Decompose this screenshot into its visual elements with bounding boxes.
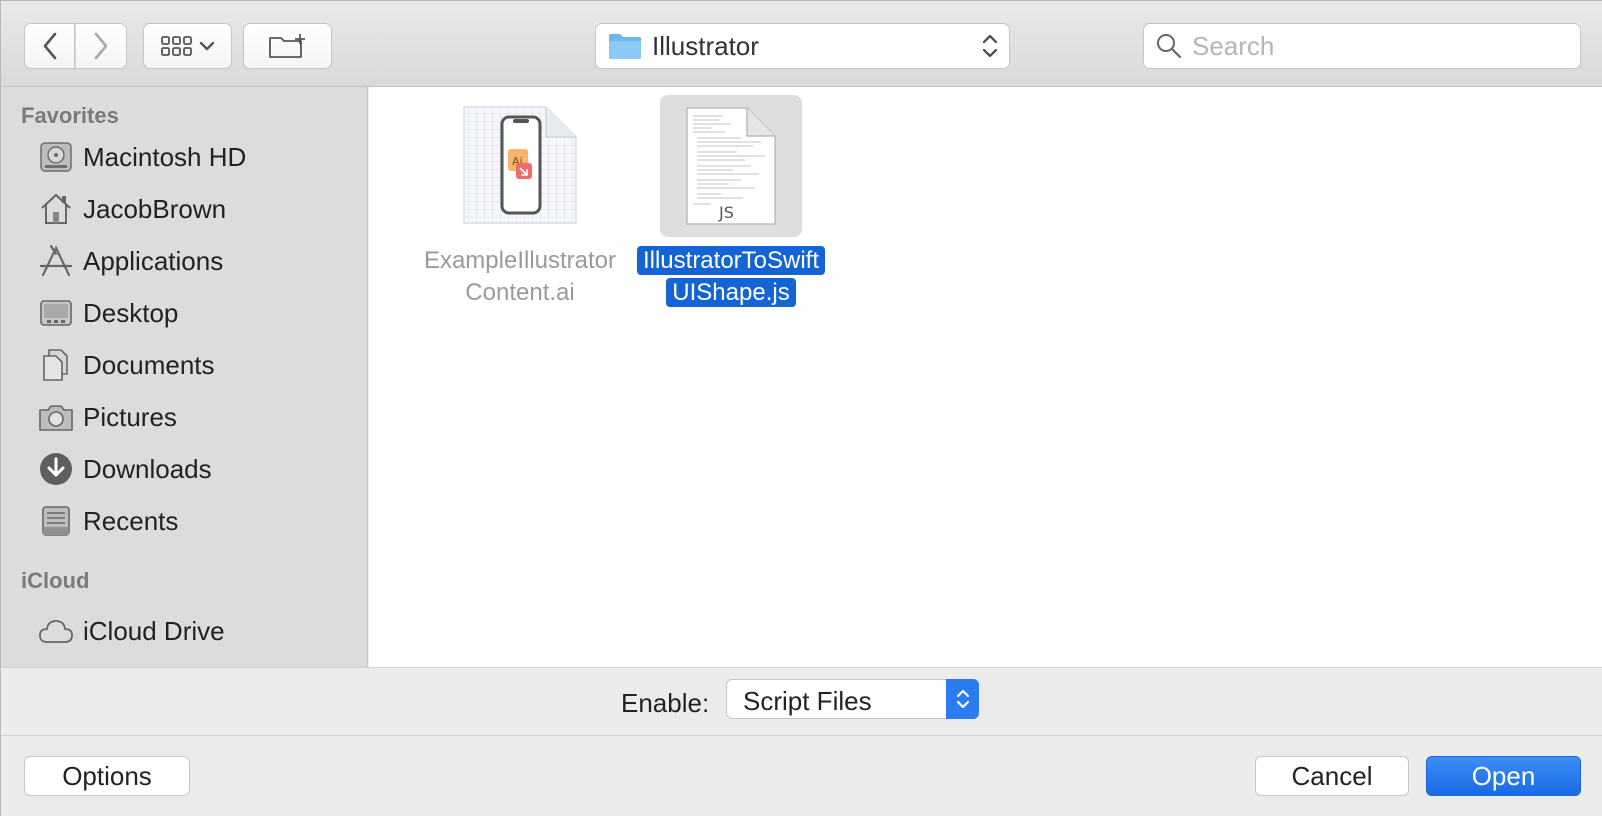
recents-icon [37,502,75,540]
camera-icon [37,398,75,436]
location-label: Illustrator [652,30,759,61]
sidebar-item-label: iCloud Drive [83,615,225,646]
file-name-line2: UIShape.js [666,278,796,307]
folder-icon [609,34,641,59]
search-icon [1157,34,1182,59]
applications-icon [37,242,75,280]
file-item-ai[interactable]: Ai ExampleIllustrator Content.ai [414,95,626,309]
file-name-line1: ExampleIllustrator [423,247,617,274]
location-popup[interactable]: Illustrator [595,23,1010,69]
sidebar-item-macintosh-hd[interactable]: Macintosh HD [1,133,367,181]
up-down-arrows-icon [982,34,998,58]
up-down-arrows-icon [946,679,979,719]
download-icon [37,450,75,488]
sidebar-item-label: Macintosh HD [83,141,247,172]
enable-bar: Enable: Script Files [1,667,1602,735]
file-thumbnail: JS [660,95,802,237]
sidebar-item-jacobbrown[interactable]: JacobBrown [1,185,367,233]
view-mode-button[interactable] [143,23,232,69]
file-name-line1: IllustratorToSwift [636,246,826,275]
svg-text:JS: JS [718,203,734,222]
chevron-down-icon [199,41,214,51]
sidebar: Favorites Macintosh HD JacobBrown Applic… [1,87,368,667]
cloud-icon [37,612,75,650]
search-input[interactable] [1192,30,1572,62]
new-folder-button[interactable] [243,23,332,69]
toolbar: Illustrator [1,1,1602,87]
forward-button[interactable] [75,23,127,69]
sidebar-item-label: Pictures [83,401,177,432]
cancel-button[interactable]: Cancel [1255,756,1409,796]
file-name: ExampleIllustrator Content.ai [414,245,626,309]
sidebar-item-label: Applications [83,245,224,276]
enable-select[interactable]: Script Files [726,679,979,719]
back-button[interactable] [24,23,75,69]
sidebar-item-desktop[interactable]: Desktop [1,289,367,337]
chevron-right-icon [94,32,108,60]
hard-drive-icon [37,138,75,176]
file-thumbnail: Ai [449,95,591,237]
open-file-dialog: Illustrator Favorites Macintosh HD [0,0,1602,816]
file-item-js[interactable]: JS IllustratorToSwift UIShape.js [625,95,837,309]
sidebar-item-downloads[interactable]: Downloads [1,445,367,493]
file-name-line2: Content.ai [465,279,575,306]
file-browser: Ai ExampleIllustrator Content.ai JS Illu… [369,87,1602,667]
sidebar-item-icloud-drive[interactable]: iCloud Drive [1,607,367,655]
options-button[interactable]: Options [24,756,190,796]
sidebar-item-label: Downloads [83,453,212,484]
icloud-section-title: iCloud [21,568,90,593]
desktop-icon [37,294,75,332]
enable-select-value: Script Files [743,686,872,716]
javascript-file-icon: JS [686,107,776,225]
sidebar-item-applications[interactable]: Applications [1,237,367,285]
search-field[interactable] [1143,23,1581,69]
favorites-section-title: Favorites [21,103,119,128]
documents-icon [37,346,75,384]
button-bar: Options Cancel Open [1,735,1602,816]
new-folder-icon [268,34,305,58]
sidebar-item-label: Recents [83,505,179,536]
chevron-left-icon [43,32,56,60]
grid-view-icon [160,36,192,56]
sidebar-item-label: Documents [83,349,215,380]
illustrator-file-icon: Ai [463,106,577,224]
sidebar-item-label: Desktop [83,297,179,328]
home-icon [37,190,75,228]
sidebar-item-recents[interactable]: Recents [1,497,367,545]
sidebar-item-label: JacobBrown [83,193,227,224]
sidebar-item-documents[interactable]: Documents [1,341,367,389]
enable-label: Enable: [621,688,710,718]
sidebar-item-pictures[interactable]: Pictures [1,393,367,441]
open-button[interactable]: Open [1426,756,1581,796]
file-name: IllustratorToSwift UIShape.js [625,245,837,309]
